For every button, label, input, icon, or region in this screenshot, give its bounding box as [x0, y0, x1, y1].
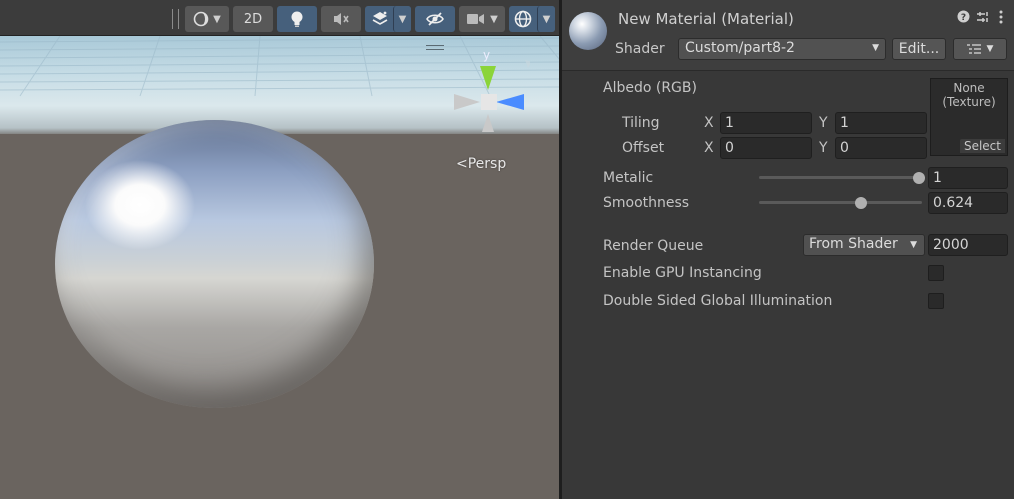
effects-dropdown-arrow[interactable]: ▼ — [393, 6, 411, 32]
double-sided-gi-label: Double Sided Global Illumination — [603, 293, 833, 309]
render-queue-label: Render Queue — [603, 238, 704, 254]
scene-visibility-toggle[interactable] — [415, 6, 455, 32]
toolbar-grip[interactable] — [172, 9, 179, 29]
chevron-down-icon: ▼ — [986, 44, 994, 54]
tiling-label: Tiling — [622, 115, 660, 131]
scene-camera-dropdown[interactable]: ▼ — [459, 6, 505, 32]
chevron-down-icon: ▼ — [542, 13, 551, 25]
gizmo-neg-x-cone[interactable] — [454, 94, 480, 110]
projection-label: Persp — [467, 156, 507, 172]
gpu-instancing-checkbox[interactable] — [928, 265, 944, 281]
draw-mode-icon — [193, 11, 209, 27]
smoothness-label: Smoothness — [603, 195, 690, 211]
chevron-down-icon: ▼ — [872, 43, 879, 53]
offset-y-axis-label: Y — [819, 140, 828, 156]
chevron-down-icon: ▼ — [910, 240, 917, 250]
2d-toggle-label: 2D — [243, 11, 263, 27]
gizmo-z-cone[interactable] — [525, 60, 532, 68]
metalic-value-field[interactable]: 1 — [928, 167, 1008, 189]
tiling-x-field[interactable]: 1 — [720, 112, 812, 134]
metalic-slider-track[interactable] — [759, 176, 919, 179]
texture-select-button[interactable]: Select — [959, 139, 1005, 153]
lightbulb-icon — [291, 11, 303, 27]
gpu-instancing-label: Enable GPU Instancing — [603, 265, 762, 281]
smoothness-slider-knob[interactable] — [854, 197, 867, 209]
2d-toggle-button[interactable]: 2D — [233, 6, 273, 32]
scene-lighting-toggle[interactable] — [277, 6, 317, 32]
scene-view[interactable]: ▼ 2D ▼ ▼ ▼ y <Persp — [0, 0, 559, 499]
material-preview-thumbnail[interactable] — [569, 12, 607, 50]
chevron-down-icon: ▼ — [490, 13, 498, 25]
offset-x-field[interactable]: 0 — [720, 137, 812, 159]
gizmo-y-cone[interactable] — [480, 66, 496, 90]
shader-dropdown[interactable]: Custom/part8-2 ▼ — [678, 38, 886, 60]
effects-icon — [372, 11, 388, 25]
metallic-sphere[interactable] — [55, 120, 374, 408]
scene-audio-toggle[interactable] — [321, 6, 361, 32]
overlay-handle[interactable] — [426, 45, 444, 50]
hidden-icon — [426, 12, 444, 26]
svg-text:?: ? — [961, 13, 966, 23]
scene-toolbar: ▼ 2D ▼ ▼ ▼ — [0, 0, 559, 36]
projection-toggle[interactable]: <Persp — [456, 156, 506, 172]
gizmo-y-label: y — [483, 48, 491, 62]
offset-y-field[interactable]: 0 — [835, 137, 927, 159]
orientation-gizmo[interactable]: y — [452, 48, 532, 138]
gizmo-center-cube[interactable] — [481, 94, 497, 110]
offset-x-axis-label: X — [704, 140, 714, 156]
camera-icon — [467, 14, 485, 24]
gizmos-dropdown-arrow[interactable]: ▼ — [537, 6, 555, 32]
render-queue-value-field[interactable]: 2000 — [928, 234, 1008, 256]
albedo-label: Albedo (RGB) — [603, 80, 697, 96]
shader-label: Shader — [615, 41, 665, 57]
chevron-down-icon: ▼ — [213, 13, 221, 25]
offset-label: Offset — [622, 140, 665, 156]
gizmo-x-cone[interactable] — [496, 94, 524, 110]
material-inspector: New Material (Material) ? Shader Custom/… — [562, 0, 1014, 499]
tiling-y-axis-label: Y — [819, 115, 828, 131]
list-icon — [966, 44, 981, 54]
albedo-texture-slot[interactable]: None (Texture) Select — [930, 78, 1008, 156]
edit-shader-button[interactable]: Edit... — [892, 38, 946, 60]
inspector-header: New Material (Material) ? Shader Custom/… — [562, 0, 1014, 71]
texture-type-label: (Texture) — [942, 95, 996, 109]
shader-options-dropdown[interactable]: ▼ — [953, 38, 1007, 60]
metalic-slider-knob[interactable] — [913, 172, 925, 184]
gizmo-neg-y-cone[interactable] — [482, 114, 494, 132]
tiling-x-axis-label: X — [704, 115, 714, 131]
material-title: New Material (Material) — [618, 10, 794, 28]
more-options-icon[interactable] — [998, 10, 1004, 28]
chevron-down-icon: ▼ — [398, 13, 407, 25]
render-queue-dropdown[interactable]: From Shader ▼ — [803, 234, 925, 256]
help-icon[interactable]: ? — [957, 10, 970, 27]
tiling-y-field[interactable]: 1 — [835, 112, 927, 134]
shader-value: Custom/part8-2 — [685, 40, 795, 56]
draw-mode-dropdown[interactable]: ▼ — [185, 6, 229, 32]
smoothness-slider-track[interactable] — [759, 201, 922, 204]
smoothness-value-field[interactable]: 0.624 — [928, 192, 1008, 214]
double-sided-gi-checkbox[interactable] — [928, 293, 944, 309]
audio-icon — [334, 13, 349, 25]
render-queue-mode: From Shader — [809, 236, 898, 252]
texture-none-label: None — [953, 81, 985, 95]
gizmos-icon — [514, 10, 532, 28]
preset-icon[interactable] — [976, 10, 990, 28]
metalic-label: Metalic — [603, 170, 654, 186]
perspective-icon: < — [456, 156, 468, 172]
